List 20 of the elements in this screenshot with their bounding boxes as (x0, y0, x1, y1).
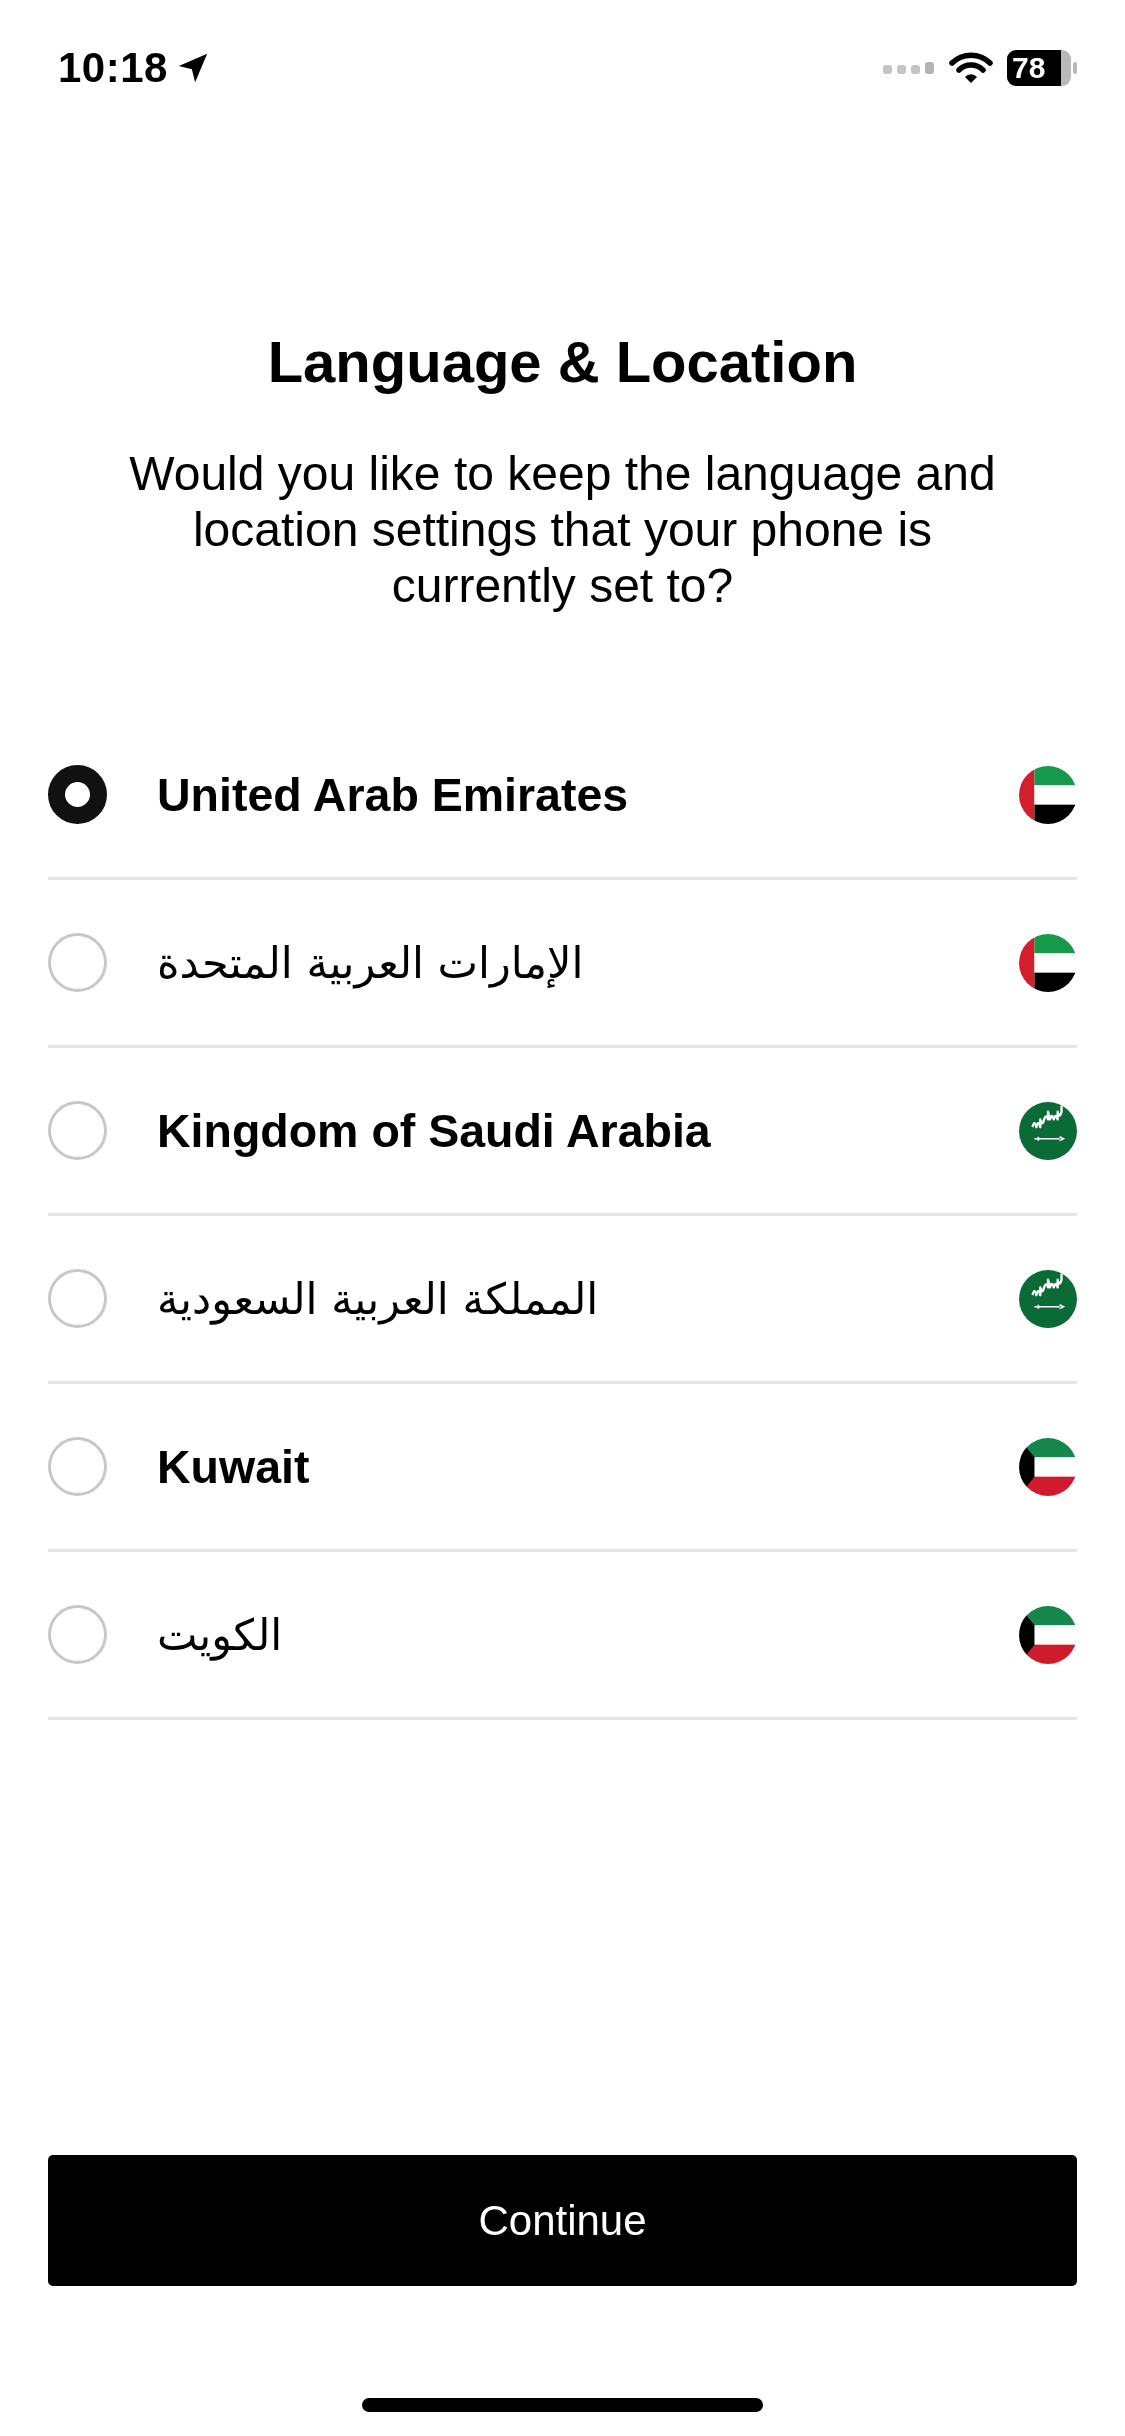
option-label: Kingdom of Saudi Arabia (157, 1103, 711, 1158)
option-label: United Arab Emirates (157, 767, 629, 822)
wifi-icon (949, 51, 993, 85)
option-label: المملكة العربية السعودية (157, 1273, 599, 1324)
flag-icon (1019, 1101, 1077, 1160)
flag-icon (1019, 765, 1077, 824)
flag-icon (1019, 933, 1077, 992)
flag-icon (1019, 1437, 1077, 1496)
signal-icon (883, 61, 935, 75)
battery-icon (1007, 50, 1077, 86)
flag-icon (1019, 1605, 1077, 1664)
page-title: Language & Location (267, 328, 858, 395)
status-time: 10:18 (58, 44, 168, 92)
battery-percentage: 78 (1012, 50, 1046, 86)
option-label: الإمارات العربية المتحدة (157, 937, 584, 988)
continue-button[interactable]: Continue (48, 2155, 1077, 2286)
option-label: الكويت (157, 1609, 283, 1660)
option-label: Kuwait (157, 1439, 310, 1494)
page-description: Would you like to keep the language and location settings that your phone is currently set to? (128, 446, 997, 614)
flag-icon (1019, 1269, 1077, 1328)
